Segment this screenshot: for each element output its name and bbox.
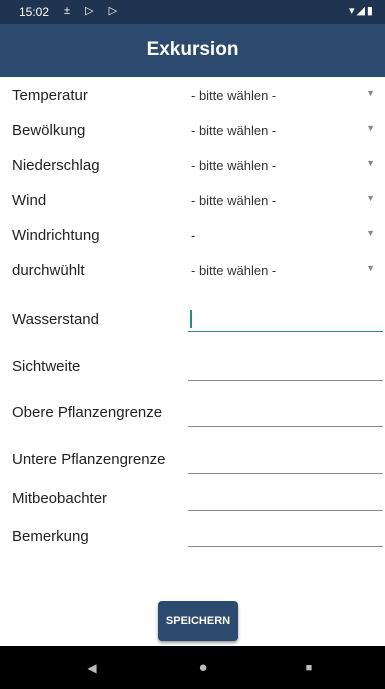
durchwuehlt-value: - bitte wählen - [191, 263, 277, 278]
dropdown-arrow-icon: ▼ [366, 123, 375, 133]
niederschlag-row: Niederschlag - bitte wählen - ▼ [0, 149, 385, 185]
sichtweite-input[interactable] [188, 356, 383, 381]
dropdown-arrow-icon: ▼ [366, 88, 375, 98]
temperatur-value: - bitte wählen - [191, 88, 277, 103]
notification-icons: ± ▷ ▷ [64, 5, 124, 17]
back-icon[interactable]: ◀ [62, 646, 122, 689]
mitbeobachter-input[interactable] [188, 486, 383, 511]
obere-pflanzengrenze-label: Obere Pflanzengrenze [12, 404, 163, 421]
sichtweite-row: Sichtweite [0, 350, 385, 386]
durchwuehlt-label: durchwühlt [12, 262, 85, 279]
untere-pflanzengrenze-row: Untere Pflanzengrenze [0, 443, 385, 479]
bemerkung-input[interactable] [188, 522, 383, 547]
bemerkung-label: Bemerkung [12, 528, 89, 545]
status-time: 15:02 [19, 5, 50, 19]
navigation-bar: ◀ ● ■ [0, 646, 385, 689]
windrichtung-value: - [191, 228, 196, 243]
durchwuehlt-select[interactable]: - bitte wählen - ▼ [189, 263, 379, 283]
bemerkung-row: Bemerkung [0, 520, 385, 556]
dropdown-arrow-icon: ▼ [366, 158, 375, 168]
obere-pflanzengrenze-row: Obere Pflanzengrenze [0, 396, 385, 432]
mitbeobachter-label: Mitbeobachter [12, 490, 108, 507]
sichtweite-label: Sichtweite [12, 358, 81, 375]
app-title: Exkursion [146, 39, 239, 60]
mitbeobachter-row: Mitbeobachter [0, 482, 385, 518]
bewoelkung-select[interactable]: - bitte wählen - ▼ [189, 123, 379, 143]
wind-value: - bitte wählen - [191, 193, 277, 208]
bewoelkung-row: Bewölkung - bitte wählen - ▼ [0, 114, 385, 150]
temperatur-select[interactable]: - bitte wählen - ▼ [189, 88, 379, 108]
obere-pflanzengrenze-input[interactable] [188, 402, 383, 427]
untere-pflanzengrenze-input[interactable] [188, 449, 383, 474]
windrichtung-row: Windrichtung - ▼ [0, 219, 385, 255]
dropdown-arrow-icon: ▼ [366, 228, 375, 238]
wasserstand-row: Wasserstand [0, 303, 385, 339]
bewoelkung-value: - bitte wählen - [191, 123, 277, 138]
niederschlag-select[interactable]: - bitte wählen - ▼ [189, 158, 379, 178]
dropdown-arrow-icon: ▼ [366, 193, 375, 203]
untere-pflanzengrenze-label: Untere Pflanzengrenze [12, 451, 166, 468]
windrichtung-label: Windrichtung [12, 227, 100, 244]
wind-row: Wind - bitte wählen - ▼ [0, 184, 385, 220]
wind-label: Wind [12, 192, 47, 209]
recents-icon[interactable]: ■ [279, 646, 339, 689]
wind-select[interactable]: - bitte wählen - ▼ [189, 193, 379, 213]
bewoelkung-label: Bewölkung [12, 122, 86, 139]
niederschlag-value: - bitte wählen - [191, 158, 277, 173]
text-cursor [190, 310, 192, 328]
temperatur-row: Temperatur - bitte wählen - ▼ [0, 79, 385, 115]
niederschlag-label: Niederschlag [12, 157, 100, 174]
windrichtung-select[interactable]: - ▼ [189, 228, 379, 248]
status-bar: 15:02 ± ▷ ▷ ▾◢▮ [0, 0, 385, 24]
dropdown-arrow-icon: ▼ [366, 263, 375, 273]
durchwuehlt-row: durchwühlt - bitte wählen - ▼ [0, 254, 385, 290]
app-bar: Exkursion [0, 24, 385, 77]
temperatur-label: Temperatur [12, 87, 88, 104]
wasserstand-label: Wasserstand [12, 311, 99, 328]
save-button[interactable]: SPEICHERN [158, 601, 238, 641]
home-icon[interactable]: ● [173, 646, 233, 689]
system-status-icons: ▾◢▮ [348, 5, 375, 17]
wasserstand-input[interactable] [188, 307, 383, 332]
